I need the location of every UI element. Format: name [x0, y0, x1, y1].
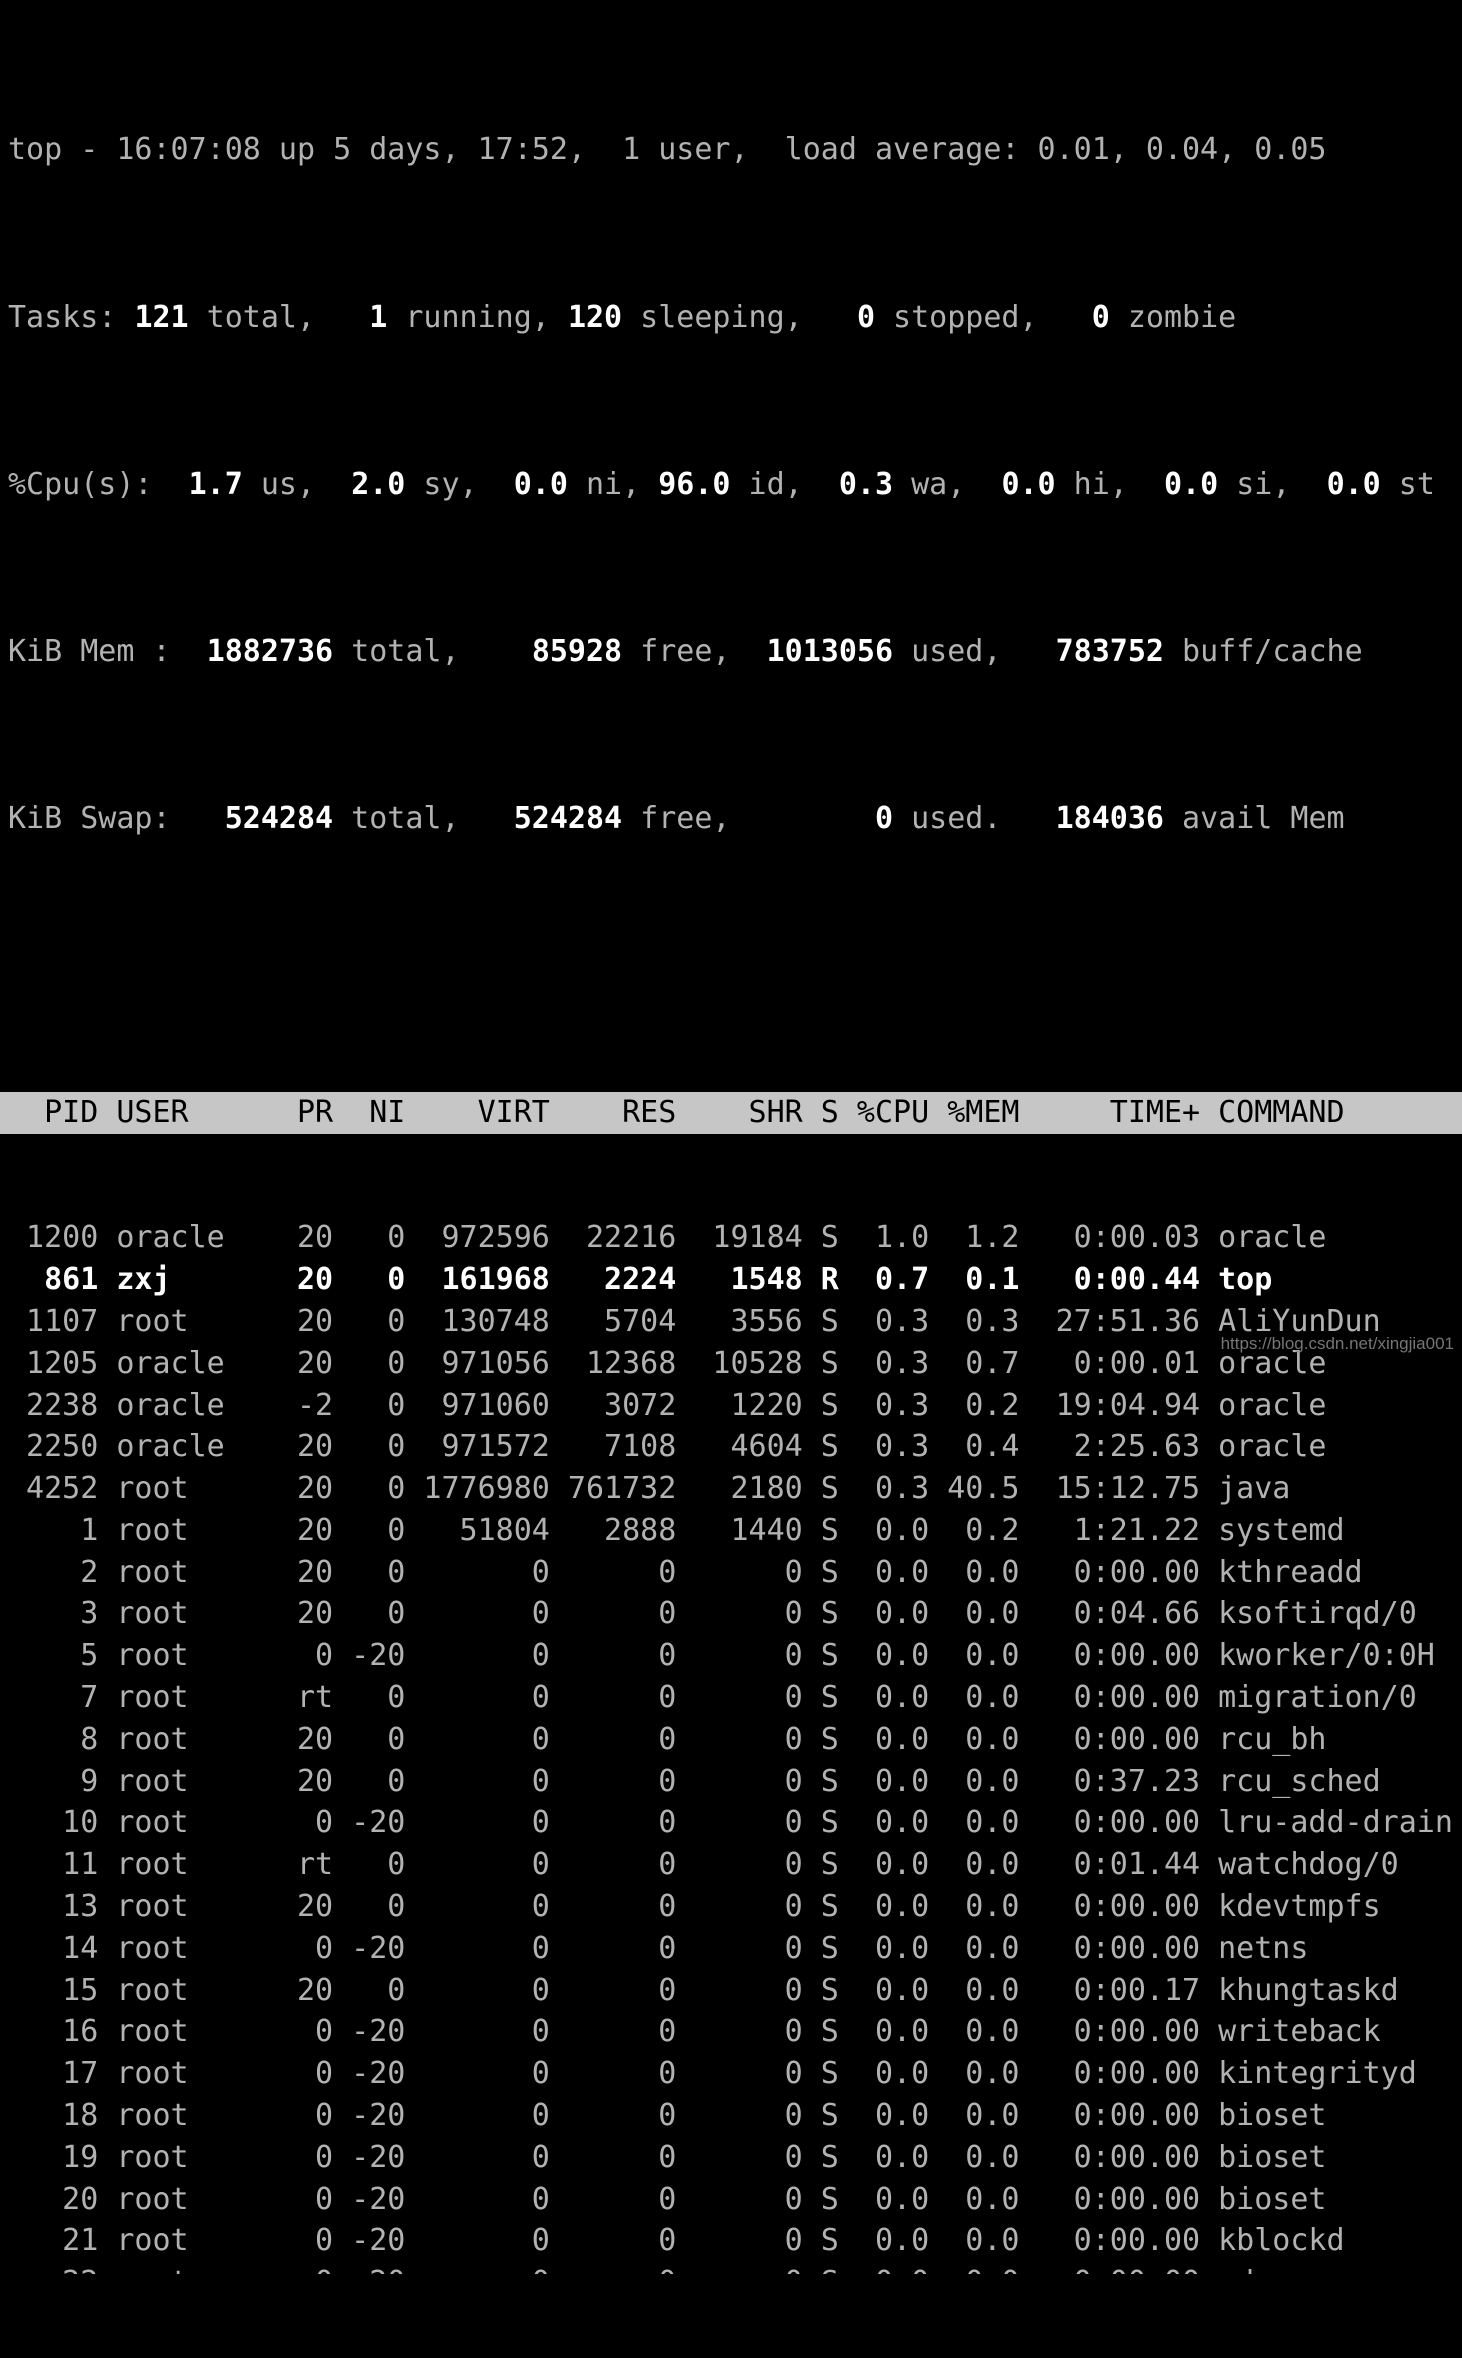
- cpu-wa-value: 0.3: [838, 466, 894, 502]
- top-summary-area: top - 16:07:08 up 5 days, 17:52, 1 user,…: [0, 0, 1462, 965]
- cpu-hi-label: hi,: [1055, 466, 1164, 502]
- uptime-line: top - 16:07:08 up 5 days, 17:52, 1 user,…: [8, 132, 1327, 168]
- process-table: PID USER PR NI VIRT RES SHR S %CPU %MEM …: [0, 1008, 1462, 2358]
- process-row[interactable]: 11 root rt 0 0 0 0 S 0.0 0.0 0:01.44 wat…: [0, 1844, 1462, 1886]
- swap-free-label: free,: [622, 801, 875, 837]
- cpu-ni-value: 0.0: [513, 466, 568, 502]
- mem-total-value: 1882736: [206, 633, 334, 669]
- process-row[interactable]: 10 root 0 -20 0 0 0 S 0.0 0.0 0:00.00 lr…: [0, 1802, 1462, 1844]
- process-row[interactable]: 15 root 20 0 0 0 0 S 0.0 0.0 0:00.17 khu…: [0, 1970, 1462, 2012]
- tasks-stopped-label: stopped,: [875, 299, 1092, 335]
- mem-free-label: free,: [622, 633, 767, 669]
- tasks-stopped-value: 0: [856, 299, 875, 335]
- process-row[interactable]: 9 root 20 0 0 0 0 S 0.0 0.0 0:37.23 rcu_…: [0, 1761, 1462, 1803]
- process-row[interactable]: 1205 oracle 20 0 971056 12368 10528 S 0.…: [0, 1343, 1462, 1385]
- cpu-st-value: 0.0: [1326, 466, 1381, 502]
- tasks-line: Tasks: 121 total, 1 running, 120 sleepin…: [8, 297, 1462, 339]
- swap-label: KiB Swap:: [8, 801, 225, 837]
- tasks-sleeping-label: sleeping,: [622, 299, 857, 335]
- tasks-total-value: 121: [134, 299, 189, 335]
- mem-free-value: 85928: [531, 633, 623, 669]
- process-table-body: 1200 oracle 20 0 972596 22216 19184 S 1.…: [0, 1217, 1462, 2274]
- tasks-running-label: running,: [387, 299, 568, 335]
- summary-table-spacer: [0, 965, 1462, 1008]
- process-row[interactable]: 1200 oracle 20 0 972596 22216 19184 S 1.…: [0, 1217, 1462, 1259]
- process-row[interactable]: 20 root 0 -20 0 0 0 S 0.0 0.0 0:00.00 bi…: [0, 2179, 1462, 2221]
- cpu-si-label: si,: [1218, 466, 1327, 502]
- cpu-id-label: id,: [730, 466, 839, 502]
- cpu-sy-value: 2.0: [351, 466, 406, 502]
- tasks-label: Tasks:: [8, 299, 135, 335]
- tasks-sleeping-value: 120: [567, 299, 623, 335]
- tasks-zombie-value: 0: [1091, 299, 1110, 335]
- tasks-zombie-label: zombie: [1109, 299, 1237, 335]
- swap-free-value: 524284: [513, 801, 623, 837]
- mem-buffcache-label: buff/cache: [1164, 633, 1363, 669]
- cpu-si-value: 0.0: [1164, 466, 1219, 502]
- process-row[interactable]: 5 root 0 -20 0 0 0 S 0.0 0.0 0:00.00 kwo…: [0, 1635, 1462, 1677]
- mem-used-value: 1013056: [766, 633, 894, 669]
- terminal-window: top - 16:07:08 up 5 days, 17:52, 1 user,…: [0, 0, 1462, 2274]
- mem-line: KiB Mem : 1882736 total, 85928 free, 101…: [8, 631, 1462, 673]
- process-row[interactable]: 2250 oracle 20 0 971572 7108 4604 S 0.3 …: [0, 1426, 1462, 1468]
- process-row[interactable]: 4252 root 20 0 1776980 761732 2180 S 0.3…: [0, 1468, 1462, 1510]
- process-row[interactable]: 21 root 0 -20 0 0 0 S 0.0 0.0 0:00.00 kb…: [0, 2220, 1462, 2262]
- cpu-st-label: st: [1380, 466, 1435, 502]
- swap-used-value: 0: [875, 801, 894, 837]
- cpu-sy-label: sy,: [405, 466, 514, 502]
- mem-total-label: total,: [333, 633, 532, 669]
- cpu-id-value: 96.0: [658, 466, 731, 502]
- cpu-ni-label: ni,: [567, 466, 659, 502]
- process-row[interactable]: 19 root 0 -20 0 0 0 S 0.0 0.0 0:00.00 bi…: [0, 2137, 1462, 2179]
- swap-line: KiB Swap: 524284 total, 524284 free, 0 u…: [8, 798, 1462, 840]
- tasks-running-value: 1: [369, 299, 388, 335]
- cpu-label: %Cpu(s):: [8, 466, 189, 502]
- process-row[interactable]: 3 root 20 0 0 0 0 S 0.0 0.0 0:04.66 ksof…: [0, 1593, 1462, 1635]
- mem-buffcache-value: 783752: [1055, 633, 1164, 669]
- process-row[interactable]: 16 root 0 -20 0 0 0 S 0.0 0.0 0:00.00 wr…: [0, 2011, 1462, 2053]
- process-row[interactable]: 1 root 20 0 51804 2888 1440 S 0.0 0.2 1:…: [0, 1510, 1462, 1552]
- cpu-wa-label: wa,: [893, 466, 1002, 502]
- process-row[interactable]: 22 root 0 -20 0 0 0 S 0.0 0.0 0:00.00 md: [0, 2262, 1462, 2274]
- tasks-total-label: total,: [188, 299, 370, 335]
- process-row[interactable]: 14 root 0 -20 0 0 0 S 0.0 0.0 0:00.00 ne…: [0, 1928, 1462, 1970]
- swap-total-label: total,: [333, 801, 514, 837]
- swap-avail-label: avail Mem: [1164, 801, 1345, 837]
- process-row[interactable]: 2238 oracle -2 0 971060 3072 1220 S 0.3 …: [0, 1385, 1462, 1427]
- process-row[interactable]: 18 root 0 -20 0 0 0 S 0.0 0.0 0:00.00 bi…: [0, 2095, 1462, 2137]
- process-row[interactable]: 2 root 20 0 0 0 0 S 0.0 0.0 0:00.00 kthr…: [0, 1552, 1462, 1594]
- swap-total-value: 524284: [224, 801, 334, 837]
- process-row[interactable]: 13 root 20 0 0 0 0 S 0.0 0.0 0:00.00 kde…: [0, 1886, 1462, 1928]
- cpu-hi-value: 0.0: [1001, 466, 1056, 502]
- process-row[interactable]: 1107 root 20 0 130748 5704 3556 S 0.3 0.…: [0, 1301, 1462, 1343]
- process-row[interactable]: 861 zxj 20 0 161968 2224 1548 R 0.7 0.1 …: [0, 1259, 1462, 1301]
- swap-avail-value: 184036: [1055, 801, 1164, 837]
- mem-label: KiB Mem :: [8, 633, 207, 669]
- cpu-us-value: 1.7: [188, 466, 243, 502]
- process-row[interactable]: 7 root rt 0 0 0 0 S 0.0 0.0 0:00.00 migr…: [0, 1677, 1462, 1719]
- process-table-column-header[interactable]: PID USER PR NI VIRT RES SHR S %CPU %MEM …: [0, 1091, 1462, 1134]
- process-row[interactable]: 17 root 0 -20 0 0 0 S 0.0 0.0 0:00.00 ki…: [0, 2053, 1462, 2095]
- mem-used-label: used,: [893, 633, 1056, 669]
- cpu-line: %Cpu(s): 1.7 us, 2.0 sy, 0.0 ni, 96.0 id…: [8, 464, 1462, 506]
- swap-used-label: used.: [893, 801, 1056, 837]
- process-row[interactable]: 8 root 20 0 0 0 0 S 0.0 0.0 0:00.00 rcu_…: [0, 1719, 1462, 1761]
- cpu-us-label: us,: [242, 466, 352, 502]
